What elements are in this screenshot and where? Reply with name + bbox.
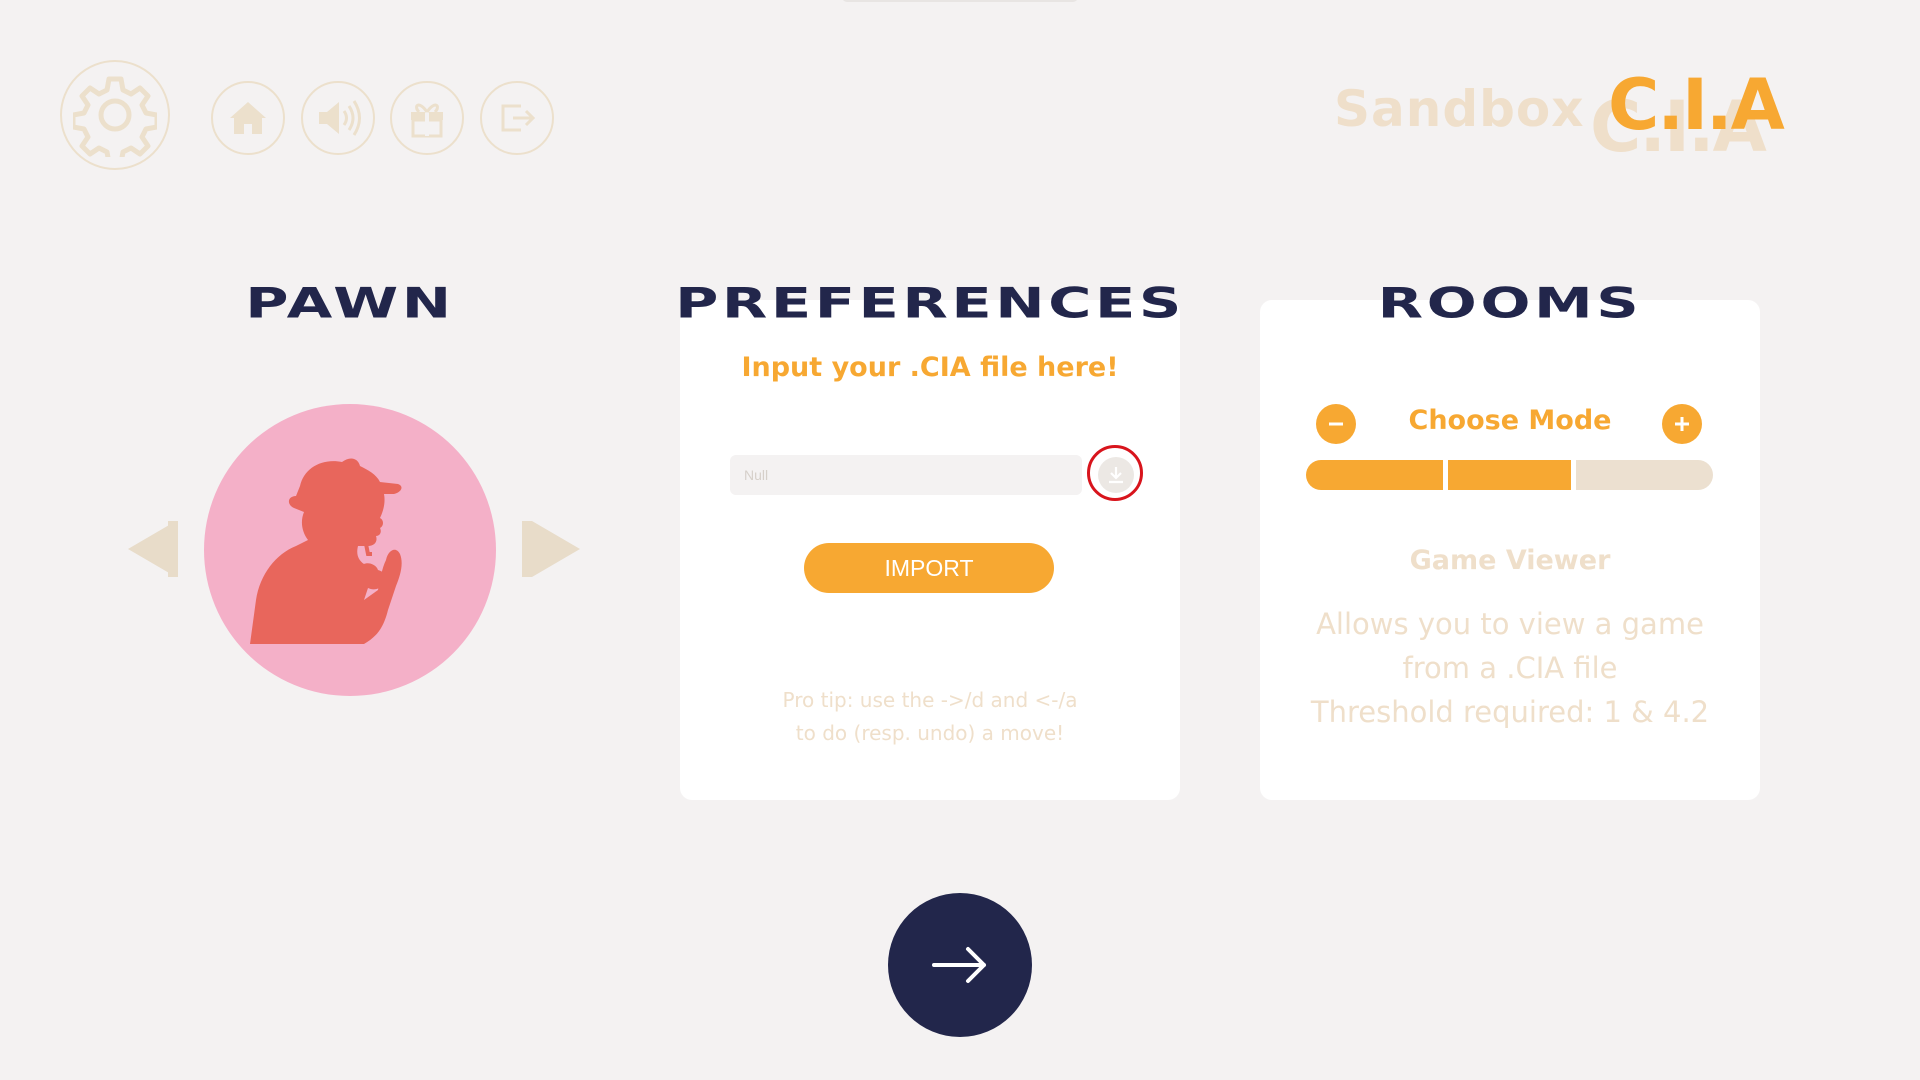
next-pawn-button[interactable] bbox=[532, 521, 580, 577]
pro-tip-line-1: Pro tip: use the ->/d and <-/a bbox=[782, 688, 1078, 712]
plus-icon bbox=[1675, 417, 1689, 431]
mode-name: Sandbox bbox=[1334, 80, 1585, 138]
mode-segment-1 bbox=[1306, 460, 1443, 490]
import-button[interactable]: IMPORT bbox=[804, 543, 1054, 593]
choose-mode-label: Choose Mode bbox=[1408, 405, 1612, 436]
exit-button[interactable] bbox=[480, 81, 554, 155]
mode-progress bbox=[1306, 460, 1713, 490]
next-button[interactable] bbox=[888, 893, 1032, 1037]
cia-file-input[interactable] bbox=[730, 455, 1082, 495]
room-name: Game Viewer bbox=[1409, 545, 1611, 576]
gift-icon bbox=[411, 103, 443, 138]
mode-decrease-button[interactable] bbox=[1316, 404, 1356, 444]
download-icon bbox=[1109, 467, 1123, 484]
logo-text: C.I.A bbox=[1608, 64, 1785, 146]
prev-pawn-arrow-stem bbox=[168, 521, 178, 577]
pro-tip-line-2: to do (resp. undo) a move! bbox=[795, 721, 1065, 745]
pawn-title: PAWN bbox=[245, 278, 455, 328]
detective-icon bbox=[250, 458, 402, 644]
file-input-heading: Input your .CIA file here! bbox=[741, 352, 1119, 383]
next-pawn-arrow-stem bbox=[522, 521, 532, 577]
room-desc-line-3: Threshold required: 1 & 4.2 bbox=[1310, 695, 1710, 729]
speaker-icon bbox=[319, 100, 361, 136]
settings-button[interactable] bbox=[60, 60, 170, 170]
arrow-right-icon bbox=[932, 947, 986, 983]
preferences-title: PREFERENCES bbox=[675, 278, 1185, 328]
download-button[interactable] bbox=[1098, 457, 1134, 493]
home-button[interactable] bbox=[211, 81, 285, 155]
minus-icon bbox=[1329, 422, 1343, 426]
cia-logo: C.I.A C.I.A bbox=[1590, 64, 1850, 168]
room-desc-line-1: Allows you to view a game bbox=[1316, 607, 1704, 641]
gear-icon bbox=[73, 76, 157, 157]
home-icon bbox=[230, 102, 266, 134]
mode-increase-button[interactable] bbox=[1662, 404, 1702, 444]
mode-segment-3 bbox=[1576, 460, 1713, 490]
mode-segment-2 bbox=[1448, 460, 1571, 490]
room-desc-line-2: from a .CIA file bbox=[1402, 651, 1618, 685]
sound-button[interactable] bbox=[301, 81, 375, 155]
pro-tip: Pro tip: use the ->/d and <-/a to do (re… bbox=[700, 684, 1160, 750]
pawn-avatar bbox=[204, 404, 496, 696]
top-handle bbox=[842, 0, 1078, 2]
room-description: Allows you to view a game from a .CIA fi… bbox=[1280, 602, 1740, 734]
exit-icon bbox=[501, 104, 536, 132]
rooms-title: ROOMS bbox=[1377, 278, 1643, 328]
gift-button[interactable] bbox=[390, 81, 464, 155]
